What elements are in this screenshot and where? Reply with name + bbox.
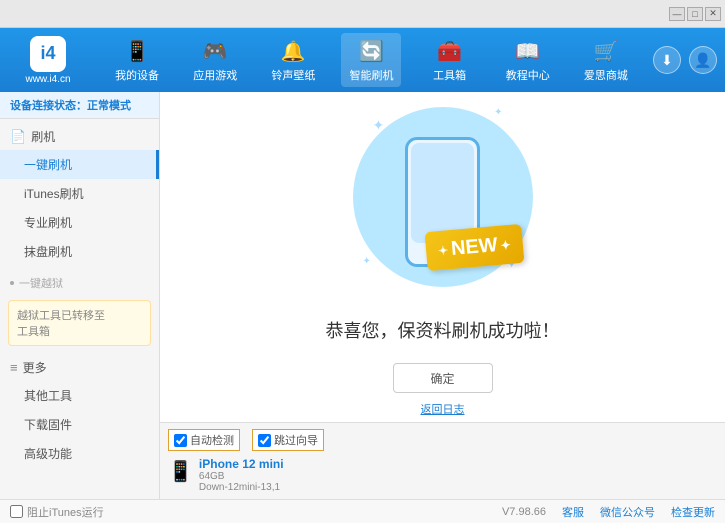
device-storage: 64GB <box>199 471 284 482</box>
apps-icon: 🎮 <box>201 37 229 65</box>
apps-label: 应用游戏 <box>193 67 237 83</box>
more-section: ≡ 更多 其他工具 下载固件 高级功能 <box>0 350 159 472</box>
more-section-icon: ≡ <box>10 360 18 375</box>
version-text: V7.98.66 <box>502 506 546 518</box>
phone-illustration: ✦ ✦ ✦ ✦ NEW <box>343 97 543 297</box>
tutorials-icon: 📖 <box>514 37 542 65</box>
back-log-link[interactable]: 返回日志 <box>421 401 465 417</box>
device-phone-icon: 📱 <box>168 459 193 484</box>
maximize-btn[interactable]: □ <box>687 7 703 21</box>
nav-smart-flash[interactable]: 🔄 智能刷机 <box>341 33 401 87</box>
download-fw-label: 下载固件 <box>24 418 72 432</box>
notice-text: 越狱工具已转移至 工具箱 <box>17 310 105 338</box>
nav-bar: 📱 我的设备 🎮 应用游戏 🔔 铃声壁纸 🔄 智能刷机 🧰 工具箱 📖 教程中心… <box>98 33 645 87</box>
sparkle-1: ✦ <box>373 117 385 134</box>
my-device-label: 我的设备 <box>115 67 159 83</box>
advanced-label: 高级功能 <box>24 447 72 461</box>
minimize-btn[interactable]: — <box>669 7 685 21</box>
ringtone-label: 铃声壁纸 <box>271 67 315 83</box>
jailbreak-notice: 越狱工具已转移至 工具箱 <box>8 300 151 346</box>
nav-toolbox[interactable]: 🧰 工具箱 <box>420 33 480 87</box>
nav-ringtone[interactable]: 🔔 铃声壁纸 <box>263 33 323 87</box>
flash-section-icon: 📄 <box>10 129 26 145</box>
tutorials-label: 教程中心 <box>506 67 550 83</box>
device-name: iPhone 12 mini <box>199 457 284 471</box>
titlebar: — □ ✕ <box>0 0 725 28</box>
main-area: 设备连接状态：正常模式 📄 刷机 一键刷机 iTunes刷机 专业刷机 抹盘刷机… <box>0 92 725 499</box>
sidebar-item-other-tools[interactable]: 其他工具 <box>0 381 159 410</box>
header: i4 www.i4.cn 📱 我的设备 🎮 应用游戏 🔔 铃声壁纸 🔄 智能刷机… <box>0 28 725 92</box>
flash-section-title: 刷机 <box>31 128 55 145</box>
block-itunes-checkbox[interactable] <box>10 505 23 518</box>
ringtone-icon: 🔔 <box>279 37 307 65</box>
sparkle-2: ✦ <box>494 107 502 118</box>
connection-status: 设备连接状态：正常模式 <box>0 92 159 119</box>
user-btn[interactable]: 👤 <box>689 46 717 74</box>
logo: i4 www.i4.cn <box>8 36 88 85</box>
nav-my-device[interactable]: 📱 我的设备 <box>107 33 167 87</box>
nav-right-actions: ⬇ 👤 <box>653 46 717 74</box>
one-click-label: 一键刷机 <box>24 158 72 172</box>
device-checkboxes: 自动检测 跳过向导 <box>168 429 717 451</box>
service-link[interactable]: 客服 <box>562 504 584 520</box>
shop-icon: 🛒 <box>592 37 620 65</box>
flash-section: 📄 刷机 一键刷机 iTunes刷机 专业刷机 抹盘刷机 <box>0 119 159 270</box>
device-info: 📱 iPhone 12 mini 64GB Down-12mini-13,1 <box>168 457 717 493</box>
skip-wizard-input[interactable] <box>258 434 271 447</box>
sidebar-item-wipe-flash[interactable]: 抹盘刷机 <box>0 237 159 266</box>
device-model: Down-12mini-13,1 <box>199 482 284 493</box>
sidebar-item-download-fw[interactable]: 下载固件 <box>0 410 159 439</box>
confirm-button[interactable]: 确定 <box>393 363 493 393</box>
footer: 阻止iTunes运行 V7.98.66 客服 微信公众号 检查更新 <box>0 499 725 523</box>
main-content: ✦ ✦ ✦ ✦ NEW 恭喜您，保资料刷机成功啦！ 确定 返回日志 <box>160 92 725 422</box>
nav-apps-games[interactable]: 🎮 应用游戏 <box>185 33 245 87</box>
auto-detect-label: 自动检测 <box>190 432 234 448</box>
skip-wizard-checkbox[interactable]: 跳过向导 <box>252 429 324 451</box>
more-section-title: 更多 <box>23 359 47 376</box>
sidebar: 设备连接状态：正常模式 📄 刷机 一键刷机 iTunes刷机 专业刷机 抹盘刷机… <box>0 92 160 499</box>
shop-label: 爱思商城 <box>584 67 628 83</box>
pro-label: 专业刷机 <box>24 216 72 230</box>
my-device-icon: 📱 <box>123 37 151 65</box>
sparkle-4: ✦ <box>363 256 371 267</box>
logo-text: www.i4.cn <box>25 74 70 85</box>
status-label: 设备连接状态： <box>10 100 87 112</box>
sidebar-item-advanced[interactable]: 高级功能 <box>0 439 159 468</box>
wechat-link[interactable]: 微信公众号 <box>600 504 655 520</box>
close-btn[interactable]: ✕ <box>705 7 721 21</box>
sidebar-item-itunes-flash[interactable]: iTunes刷机 <box>0 179 159 208</box>
device-details: iPhone 12 mini 64GB Down-12mini-13,1 <box>199 457 284 493</box>
flash-section-header: 📄 刷机 <box>0 123 159 150</box>
sidebar-item-pro-flash[interactable]: 专业刷机 <box>0 208 159 237</box>
itunes-label: iTunes刷机 <box>24 187 84 201</box>
footer-left: 阻止iTunes运行 <box>10 504 104 520</box>
logo-icon: i4 <box>30 36 66 72</box>
auto-detect-input[interactable] <box>174 434 187 447</box>
more-section-header: ≡ 更多 <box>0 354 159 381</box>
smart-flash-icon: 🔄 <box>357 37 385 65</box>
device-panel: 自动检测 跳过向导 📱 iPhone 12 mini 64GB Down-12m… <box>160 422 725 499</box>
nav-shop[interactable]: 🛒 爱思商城 <box>576 33 636 87</box>
download-btn[interactable]: ⬇ <box>653 46 681 74</box>
itunes-label: 阻止iTunes运行 <box>27 504 104 520</box>
update-link[interactable]: 检查更新 <box>671 504 715 520</box>
footer-right: V7.98.66 客服 微信公众号 检查更新 <box>502 504 715 520</box>
right-panel: ✦ ✦ ✦ ✦ NEW 恭喜您，保资料刷机成功啦！ 确定 返回日志 自动检测 <box>160 92 725 499</box>
sidebar-item-one-click-flash[interactable]: 一键刷机 <box>0 150 159 179</box>
toolbox-label: 工具箱 <box>433 67 466 83</box>
smart-flash-label: 智能刷机 <box>349 67 393 83</box>
jailbreak-divider: 一键越狱 <box>0 270 159 296</box>
status-value: 正常模式 <box>87 100 131 112</box>
success-message: 恭喜您，保资料刷机成功啦！ <box>326 317 560 343</box>
wipe-label: 抹盘刷机 <box>24 245 72 259</box>
jailbreak-label: 一键越狱 <box>19 275 63 291</box>
auto-detect-checkbox[interactable]: 自动检测 <box>168 429 240 451</box>
other-tools-label: 其他工具 <box>24 389 72 403</box>
skip-wizard-label: 跳过向导 <box>274 432 318 448</box>
nav-tutorials[interactable]: 📖 教程中心 <box>498 33 558 87</box>
toolbox-icon: 🧰 <box>436 37 464 65</box>
